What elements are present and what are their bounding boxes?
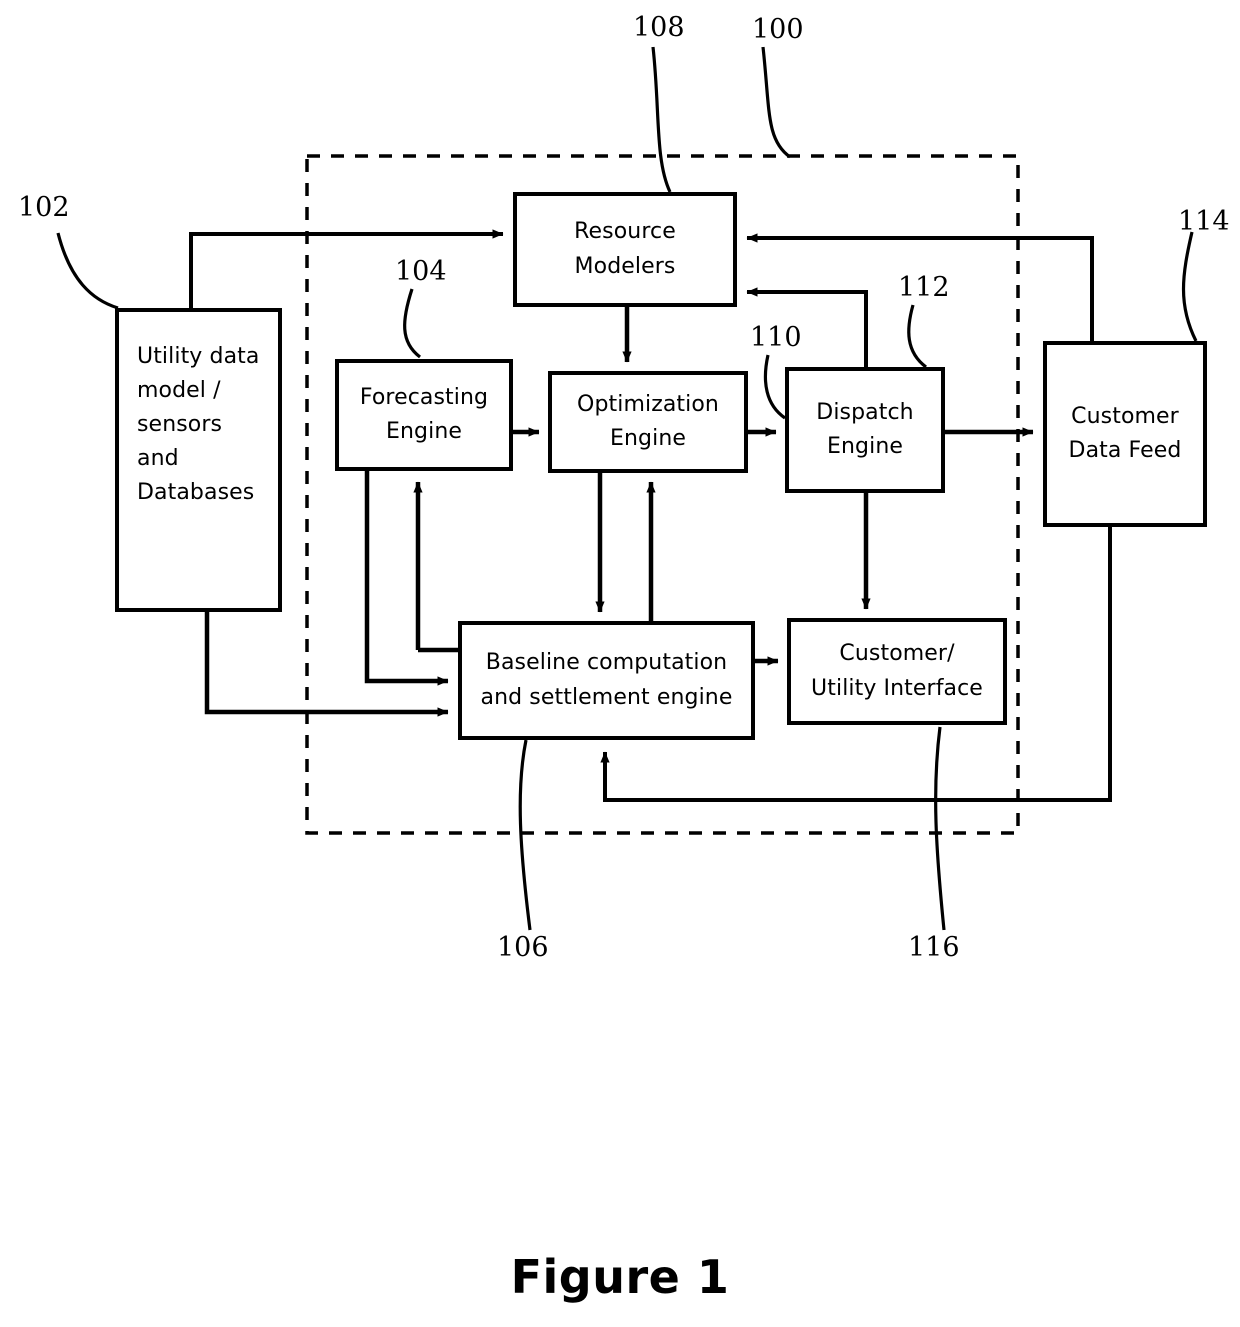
ref-numeral-110: 110 xyxy=(750,322,802,353)
node-label-line: Customer/ xyxy=(839,641,955,667)
leader-line-100 xyxy=(761,46,791,159)
node-utility-data-model[interactable]: Utility data model / sensors and Databas… xyxy=(115,308,282,612)
leader-line-104 xyxy=(403,288,422,359)
node-label-line: Forecasting xyxy=(359,384,489,410)
leader-line-102 xyxy=(56,232,119,310)
ref-numeral-102: 102 xyxy=(18,192,70,223)
leader-line-114 xyxy=(1181,231,1198,342)
node-customer-utility-interface[interactable]: Customer/ Utility Interface xyxy=(787,618,1007,725)
ref-numeral-108: 108 xyxy=(633,12,685,43)
node-label-line: Optimization xyxy=(577,391,719,417)
ref-numeral-104: 104 xyxy=(395,256,447,287)
node-label-line: model / xyxy=(137,378,221,404)
patent-figure-1: Utility data model / sensors and Databas… xyxy=(0,0,1240,1327)
node-label-line: sensors xyxy=(137,412,223,438)
figure-caption: Figure 1 xyxy=(510,1250,730,1304)
node-label-line: Data Feed xyxy=(1068,438,1182,463)
ref-numeral-116: 116 xyxy=(908,932,960,963)
leader-line-106 xyxy=(518,739,532,931)
node-label-line: Utility data xyxy=(137,344,260,369)
leader-line-112 xyxy=(907,304,928,369)
node-label-line: Databases xyxy=(137,480,255,506)
node-label-line: Engine xyxy=(827,434,903,459)
node-forecasting-engine[interactable]: Forecasting Engine xyxy=(335,359,513,471)
leader-line-116 xyxy=(934,726,946,931)
node-label-line: Resource xyxy=(574,219,676,245)
node-label-line: and xyxy=(137,446,179,472)
ref-numeral-112: 112 xyxy=(898,272,950,303)
node-label-line: Utility Interface xyxy=(811,675,983,701)
node-label-line: and settlement engine xyxy=(480,684,733,710)
node-label-line: Customer xyxy=(1071,403,1179,429)
node-baseline-settlement-engine[interactable]: Baseline computation and settlement engi… xyxy=(458,621,755,740)
node-label-line: Dispatch xyxy=(816,399,914,425)
node-label-line: Engine xyxy=(386,419,462,444)
connector-utility-to-resource-modelers xyxy=(189,229,504,308)
node-resource-modelers[interactable]: Resource Modelers xyxy=(513,192,737,307)
connector-utility-to-baseline xyxy=(204,612,449,717)
ref-numeral-100: 100 xyxy=(752,14,804,45)
node-customer-data-feed[interactable]: Customer Data Feed xyxy=(1043,341,1207,527)
node-dispatch-engine[interactable]: Dispatch Engine xyxy=(785,367,945,493)
node-optimization-engine[interactable]: Optimization Engine xyxy=(548,371,748,473)
leader-line-108 xyxy=(651,46,672,193)
node-label-line: Modelers xyxy=(574,253,676,279)
leader-line-110 xyxy=(763,354,786,420)
ref-numeral-114: 114 xyxy=(1178,206,1230,237)
node-label-line: Engine xyxy=(610,426,686,451)
ref-numeral-106: 106 xyxy=(497,932,549,963)
node-label-line: Baseline computation xyxy=(485,650,728,676)
